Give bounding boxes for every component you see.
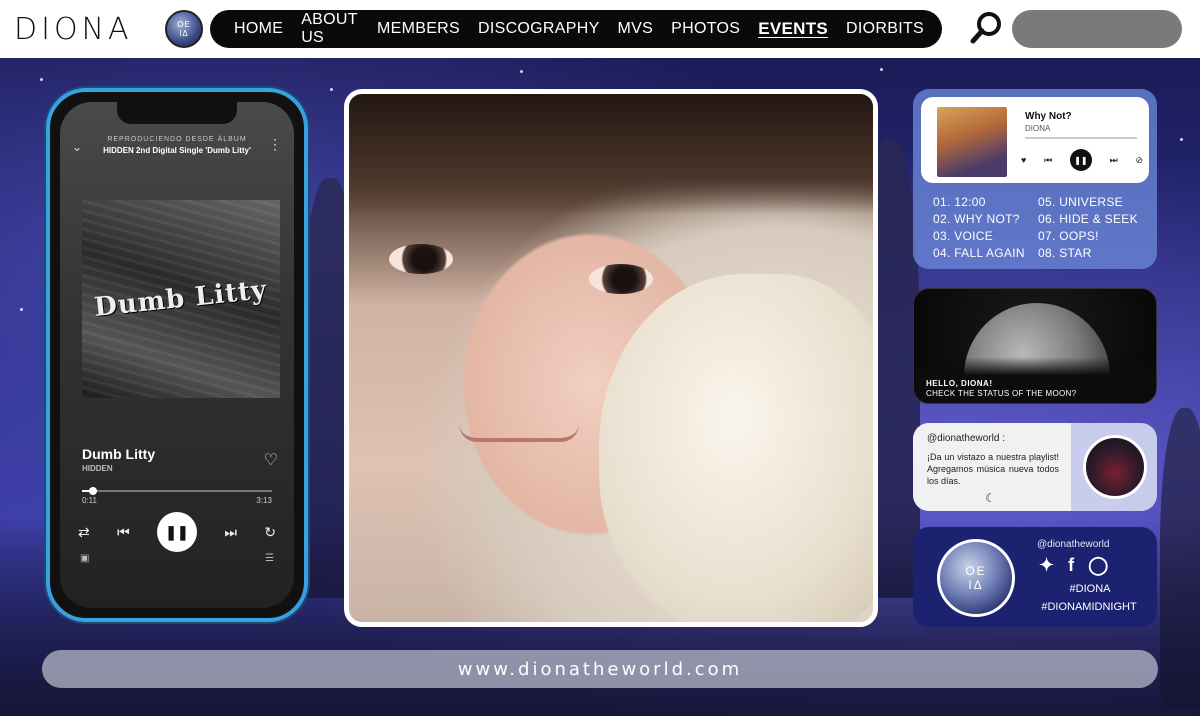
- next-icon[interactable]: ⏭: [224, 524, 237, 541]
- crescent-moon-icon: ☾: [985, 491, 996, 505]
- moon-prompt: CHECK THE STATUS OF THE MOON?: [926, 389, 1077, 398]
- search-input[interactable]: [1012, 10, 1182, 48]
- mini-progress-bar[interactable]: [1025, 137, 1137, 139]
- previous-icon[interactable]: ⏮: [117, 524, 130, 541]
- mini-player: Why Not? DIONA ♥ ⏮ ❚❚ ⏭ ⊘: [921, 97, 1149, 183]
- nav-about-us[interactable]: ABOUT US: [301, 11, 359, 47]
- nav-members[interactable]: MEMBERS: [377, 20, 460, 38]
- track-item[interactable]: 04. FALL AGAIN: [933, 246, 1038, 263]
- pause-button[interactable]: ❚❚: [1069, 149, 1092, 171]
- elapsed-time: 0:11: [82, 496, 97, 505]
- previous-icon[interactable]: ⏮: [1044, 155, 1052, 166]
- phone-screen: ⌄ ⋮ REPRODUCIENDO DESDE ÁLBUM HIDDEN 2nd…: [60, 102, 294, 608]
- tracklist: 01. 12:00 02. WHY NOT? 03. VOICE 04. FAL…: [933, 195, 1143, 263]
- group-avatar[interactable]: [1083, 435, 1147, 499]
- hashtag[interactable]: #DIONA: [913, 583, 1157, 595]
- track-item[interactable]: 05. UNIVERSE: [1038, 195, 1143, 212]
- album-panel: Why Not? DIONA ♥ ⏮ ❚❚ ⏭ ⊘ 01. 12:00 02. …: [913, 89, 1157, 269]
- progress-bar[interactable]: [82, 487, 272, 495]
- repeat-icon[interactable]: ↻: [264, 524, 276, 541]
- track-duration: 3:13: [256, 496, 272, 505]
- track-item[interactable]: 02. WHY NOT?: [933, 212, 1038, 229]
- site-logo[interactable]: DIONA: [14, 12, 133, 47]
- twitter-icon[interactable]: ✦: [1039, 555, 1054, 576]
- social-icons: ✦ f ◯: [1039, 555, 1108, 576]
- devices-icon[interactable]: ▣: [80, 553, 89, 564]
- site-header: DIONA OE ΙΔ HOME ABOUT US MEMBERS DISCOG…: [0, 0, 1200, 58]
- hashtag[interactable]: #DIONAMIDNIGHT: [913, 601, 1157, 613]
- facebook-icon[interactable]: f: [1068, 555, 1074, 576]
- heart-icon[interactable]: ♡: [264, 450, 278, 470]
- nav-diorbits[interactable]: DIORBITS: [846, 20, 924, 38]
- album-cover: Dumb Litty: [82, 200, 280, 398]
- phone-mockup: ⌄ ⋮ REPRODUCIENDO DESDE ÁLBUM HIDDEN 2nd…: [46, 88, 308, 622]
- track-title: Dumb Litty: [82, 446, 156, 462]
- post-text: ¡Da un vistazo a nuestra playlist! Agreg…: [927, 452, 1059, 486]
- phone-notch: [117, 102, 237, 124]
- nav-photos[interactable]: PHOTOS: [671, 20, 740, 38]
- playing-context: REPRODUCIENDO DESDE ÁLBUM: [107, 136, 247, 143]
- mini-album-cover[interactable]: [937, 107, 1007, 177]
- track-item[interactable]: 06. HIDE & SEEK: [1038, 212, 1143, 229]
- post-handle[interactable]: @dionatheworld :: [927, 433, 1005, 444]
- nav-events[interactable]: EVENTS: [758, 19, 828, 39]
- nav-mvs[interactable]: MVS: [618, 20, 654, 38]
- track-item[interactable]: 07. OOPS!: [1038, 229, 1143, 246]
- playback-controls: ⇄ ⏮ ❚❚ ⏭ ↻: [78, 512, 276, 552]
- social-panel: OE ΙΔ @dionatheworld ✦ f ◯ #DIONA #DIONA…: [913, 527, 1157, 627]
- mini-controls: ♥ ⏮ ❚❚ ⏭ ⊘: [1021, 149, 1143, 171]
- mini-track-title: Why Not?: [1025, 111, 1072, 122]
- footer-url[interactable]: www.dionatheworld.com: [42, 650, 1158, 688]
- album-cover-title: Dumb Litty: [93, 275, 269, 323]
- search-icon[interactable]: [970, 11, 1004, 45]
- logo-badge[interactable]: OE ΙΔ: [165, 10, 203, 48]
- main-nav: HOME ABOUT US MEMBERS DISCOGRAPHY MVS PH…: [210, 10, 942, 48]
- moon-status-panel[interactable]: HELLO, DIONA! CHECK THE STATUS OF THE MO…: [913, 288, 1157, 404]
- pause-button[interactable]: ❚❚: [157, 512, 197, 552]
- heart-icon[interactable]: ♥: [1021, 155, 1026, 165]
- track-item[interactable]: 01. 12:00: [933, 195, 1038, 212]
- queue-icon[interactable]: ☰: [265, 553, 274, 564]
- featured-photo: [344, 89, 878, 627]
- track-item[interactable]: 03. VOICE: [933, 229, 1038, 246]
- nav-home[interactable]: HOME: [234, 20, 283, 38]
- social-handle[interactable]: @dionatheworld: [1037, 539, 1109, 550]
- next-icon[interactable]: ⏭: [1110, 155, 1118, 166]
- block-icon[interactable]: ⊘: [1135, 155, 1143, 166]
- shuffle-icon[interactable]: ⇄: [78, 524, 90, 541]
- nav-discography[interactable]: DISCOGRAPHY: [478, 20, 600, 38]
- album-line: HIDDEN 2nd Digital Single 'Dumb Litty': [103, 146, 251, 155]
- track-item[interactable]: 08. STAR: [1038, 246, 1143, 263]
- playlist-post-panel: @dionatheworld : ¡Da un vistazo a nuestr…: [913, 423, 1157, 511]
- progress-handle[interactable]: [89, 487, 98, 495]
- mini-track-artist: DIONA: [1025, 124, 1051, 133]
- moon-greeting: HELLO, DIONA!: [926, 379, 993, 388]
- instagram-icon[interactable]: ◯: [1088, 555, 1108, 576]
- track-artist[interactable]: HIDDEN: [82, 464, 113, 473]
